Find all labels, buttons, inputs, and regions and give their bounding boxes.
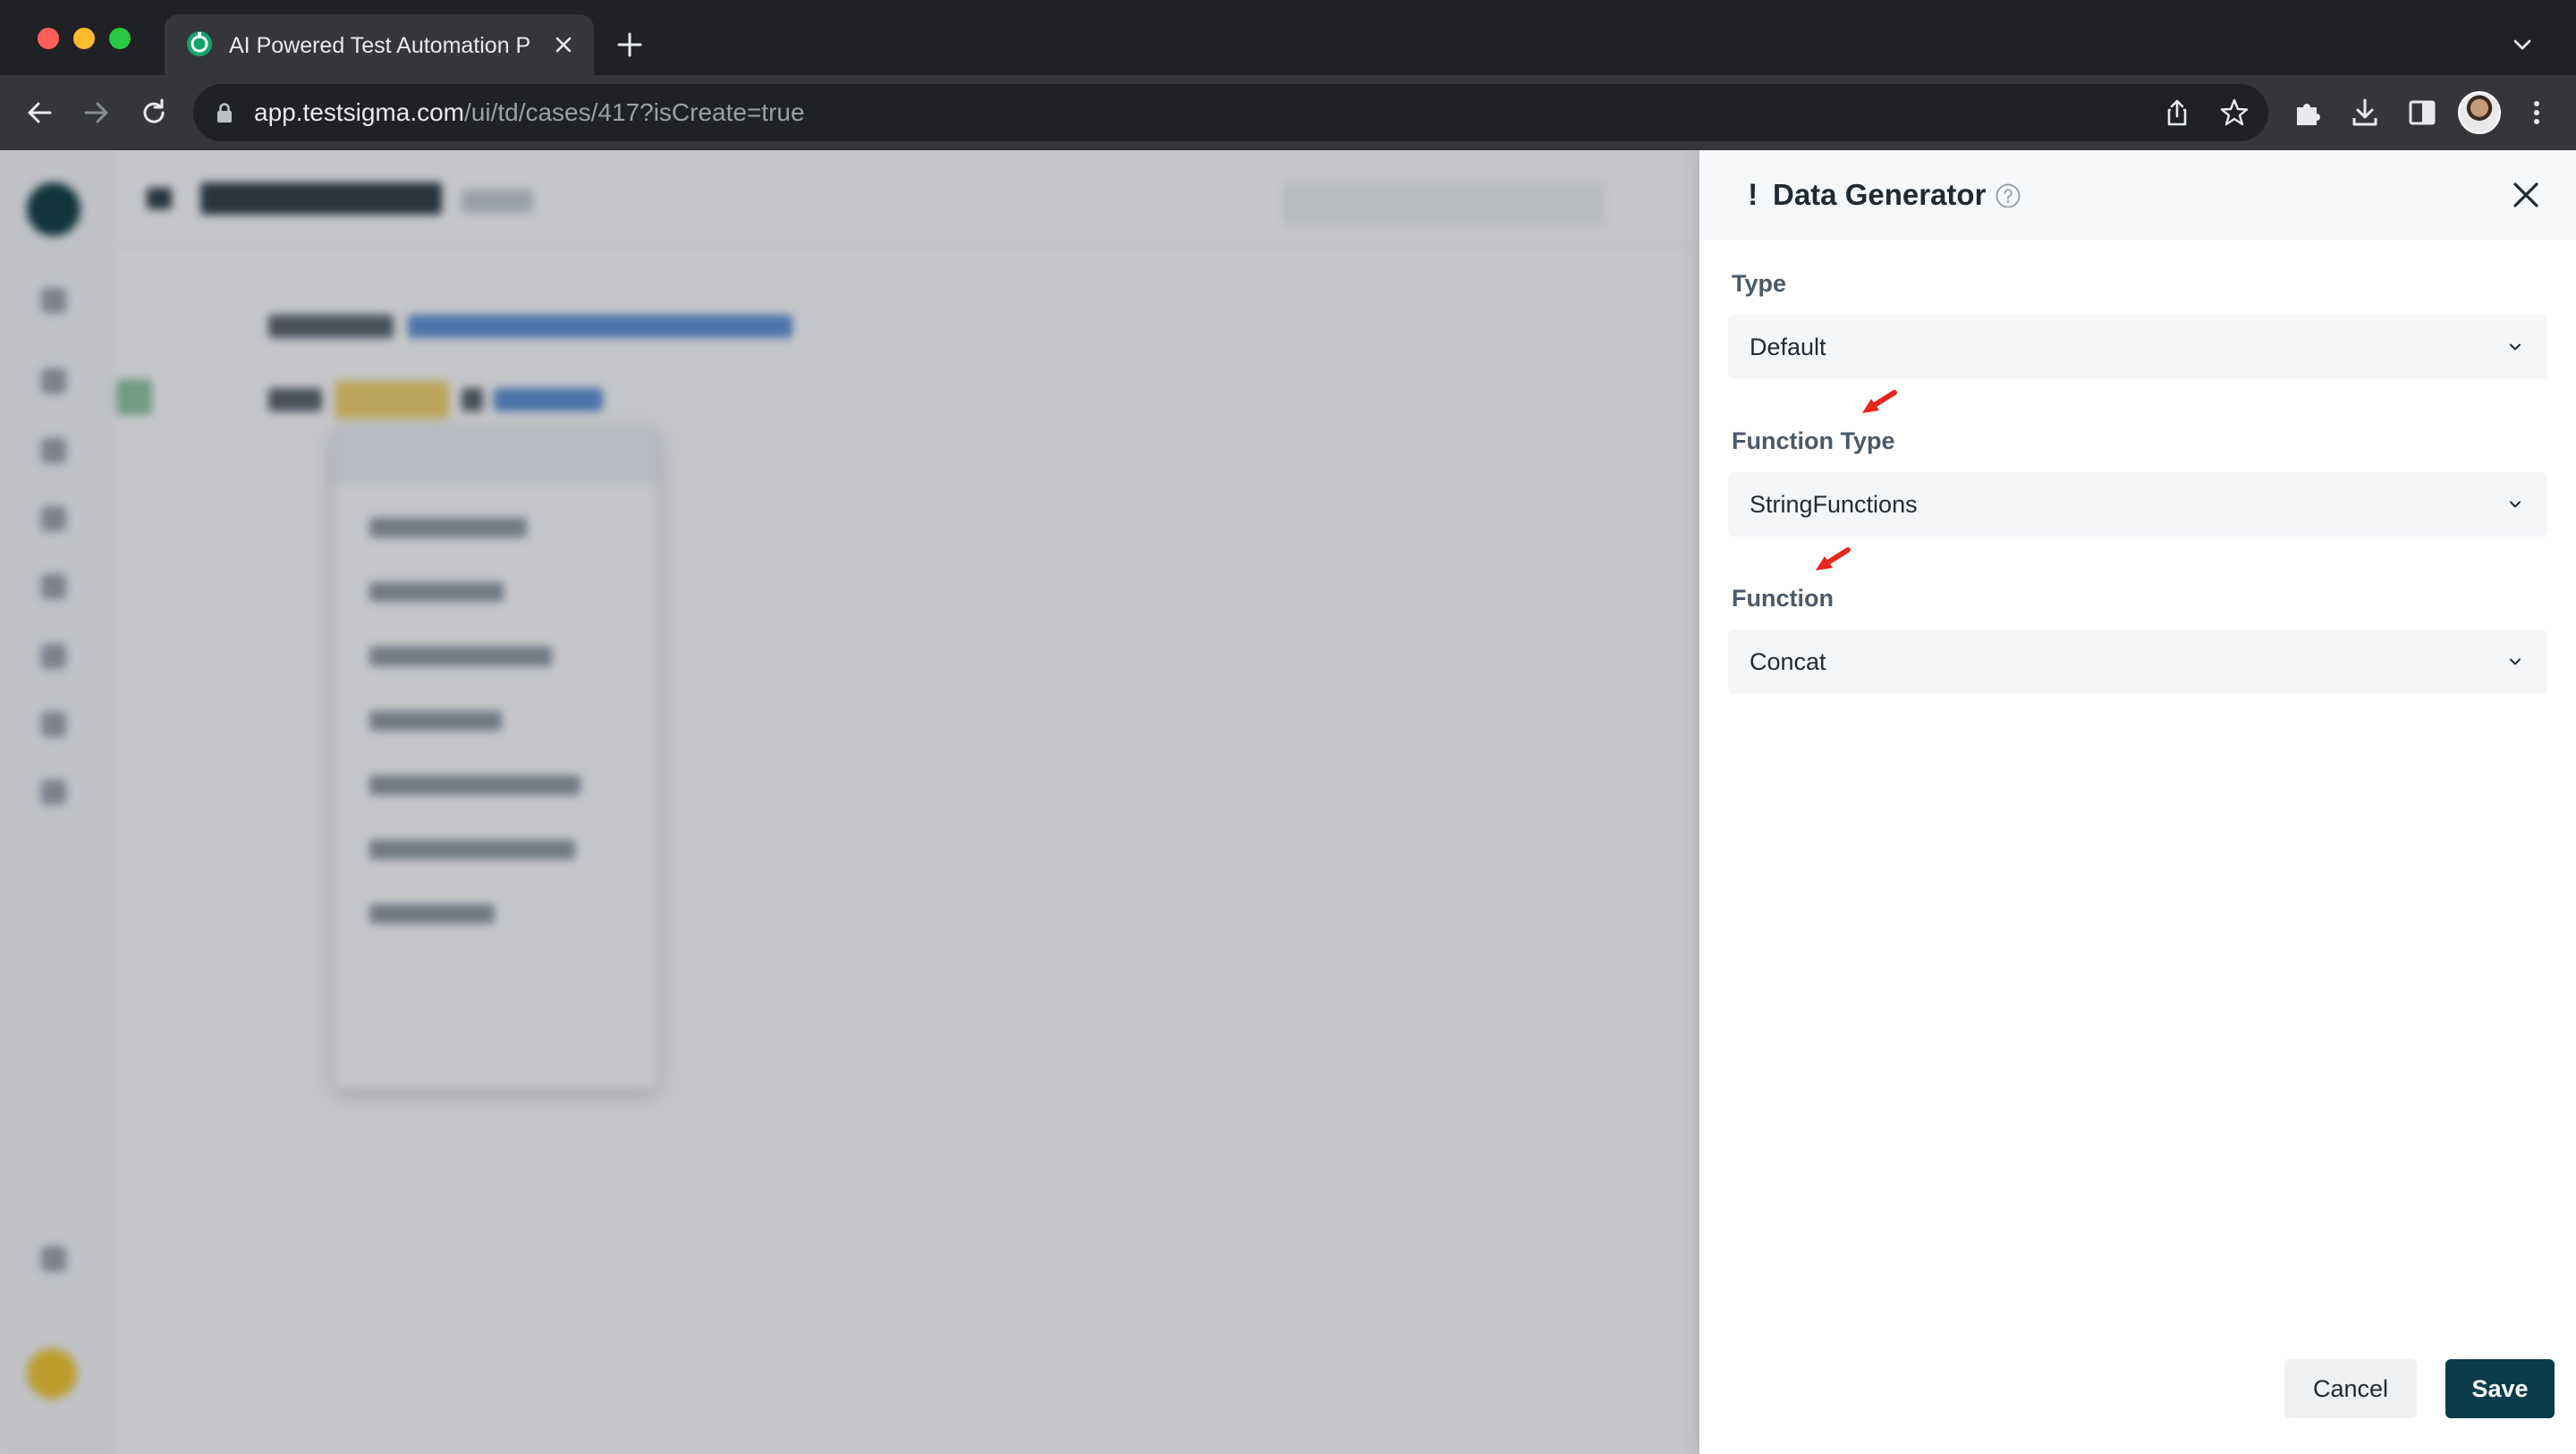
window-minimize-button[interactable] [73, 28, 95, 49]
new-tab-icon[interactable] [615, 30, 644, 59]
bookmark-star-icon[interactable] [2218, 97, 2250, 129]
drawer-header: ! Data Generator [1699, 150, 2576, 240]
function-select-value: Concat [1750, 648, 1826, 675]
address-bar[interactable]: app.testsigma.com/ui/td/cases/417?isCrea… [193, 84, 2268, 141]
download-icon[interactable] [2349, 97, 2381, 129]
data-generator-drawer: ! Data Generator Type Default Function T… [1699, 150, 2576, 1454]
function-select[interactable]: Concat [1728, 630, 2547, 694]
url-text: app.testsigma.com/ui/td/cases/417?isCrea… [254, 97, 805, 129]
chevron-down-icon [2510, 658, 2521, 665]
tab-close-icon[interactable] [551, 32, 576, 57]
close-icon[interactable] [2510, 179, 2542, 211]
function-type-select-value: StringFunctions [1750, 491, 1918, 518]
extensions-puzzle-icon[interactable] [2292, 97, 2324, 129]
drawer-title: Data Generator [1773, 178, 1987, 211]
chevron-down-icon [2510, 343, 2521, 351]
cancel-button[interactable]: Cancel [2284, 1359, 2417, 1418]
browser-menu-icon[interactable] [2521, 97, 2553, 129]
window-close-button[interactable] [38, 28, 59, 49]
tab-search-chevron-icon[interactable] [2510, 32, 2535, 57]
lock-icon [217, 103, 232, 123]
forward-arrow-icon[interactable] [80, 97, 113, 129]
save-button[interactable]: Save [2445, 1359, 2555, 1418]
tab-title: AI Powered Test Automation P [229, 33, 531, 58]
modal-backdrop[interactable] [0, 150, 1699, 1454]
side-panel-icon[interactable] [2406, 97, 2438, 129]
share-icon[interactable] [2161, 97, 2193, 129]
browser-toolbar: app.testsigma.com/ui/td/cases/417?isCrea… [0, 75, 2576, 150]
profile-avatar[interactable] [2458, 91, 2501, 134]
browser-tab-bar: AI Powered Test Automation P [0, 0, 2576, 75]
url-path: /ui/td/cases/417?isCreate=true [464, 98, 805, 126]
drawer-title-prefix: ! [1748, 178, 1758, 212]
question-circle-icon[interactable] [1995, 182, 2021, 209]
reload-icon[interactable] [138, 97, 170, 129]
chevron-down-icon [2510, 501, 2521, 508]
page-viewport: ! Data Generator Type Default Function T… [0, 150, 2576, 1454]
red-arrow-icon [1816, 547, 1851, 571]
window-maximize-button[interactable] [109, 28, 131, 49]
type-label: Type [1732, 270, 1787, 297]
back-arrow-icon[interactable] [23, 97, 55, 129]
browser-tab-active[interactable]: AI Powered Test Automation P [165, 14, 594, 75]
type-select[interactable]: Default [1728, 315, 2547, 379]
function-label: Function [1732, 585, 1834, 612]
function-type-label: Function Type [1732, 427, 1895, 454]
testsigma-favicon-icon [187, 31, 212, 56]
type-select-value: Default [1750, 334, 1826, 360]
function-type-select[interactable]: StringFunctions [1728, 472, 2547, 537]
red-arrow-icon [1862, 390, 1897, 413]
url-host: app.testsigma.com [254, 98, 464, 126]
